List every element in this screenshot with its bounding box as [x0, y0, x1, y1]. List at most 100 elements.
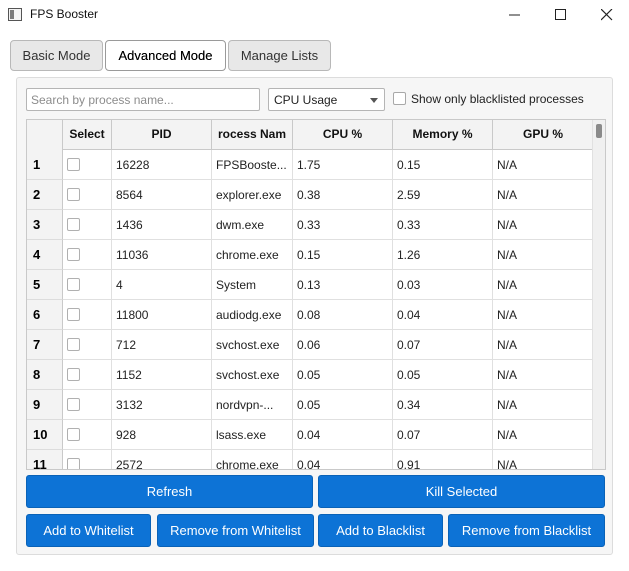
row-select-checkbox[interactable]: [67, 458, 80, 469]
table-row[interactable]: 7 712 svchost.exe 0.06 0.07 N/A: [27, 330, 605, 360]
column-header-gpu[interactable]: GPU %: [493, 120, 594, 150]
table-row[interactable]: 5 4 System 0.13 0.03 N/A: [27, 270, 605, 300]
add-to-blacklist-button[interactable]: Add to Blacklist: [318, 514, 443, 547]
pid-cell: 1152: [112, 360, 212, 390]
app-icon: [8, 8, 22, 21]
cpu-cell: 0.04: [293, 420, 393, 450]
process-table: Select PID rocess Nam CPU % Memory % GPU…: [26, 119, 606, 470]
process-name-cell: chrome.exe: [212, 240, 293, 270]
row-number: 2: [27, 180, 63, 210]
row-select-checkbox[interactable]: [67, 398, 80, 411]
close-button[interactable]: [584, 0, 629, 30]
process-name-cell: audiodg.exe: [212, 300, 293, 330]
remove-from-whitelist-button[interactable]: Remove from Whitelist: [157, 514, 314, 547]
memory-cell: 0.91: [393, 450, 493, 469]
table-row[interactable]: 1 16228 FPSBooste... 1.75 0.15 N/A: [27, 150, 605, 180]
column-header-process-name[interactable]: rocess Nam: [212, 120, 293, 150]
row-select-checkbox[interactable]: [67, 368, 80, 381]
add-to-whitelist-button[interactable]: Add to Whitelist: [26, 514, 151, 547]
row-number: 6: [27, 300, 63, 330]
cpu-cell: 0.05: [293, 390, 393, 420]
memory-cell: 0.04: [393, 300, 493, 330]
process-name-cell: System: [212, 270, 293, 300]
gpu-cell: N/A: [493, 390, 594, 420]
table-row[interactable]: 4 11036 chrome.exe 0.15 1.26 N/A: [27, 240, 605, 270]
tab-manage-lists[interactable]: Manage Lists: [228, 40, 331, 71]
pid-cell: 2572: [112, 450, 212, 469]
row-select-checkbox[interactable]: [67, 218, 80, 231]
column-header-memory[interactable]: Memory %: [393, 120, 493, 150]
pid-cell: 712: [112, 330, 212, 360]
pid-cell: 4: [112, 270, 212, 300]
tab-advanced-mode[interactable]: Advanced Mode: [105, 40, 226, 71]
cpu-cell: 0.33: [293, 210, 393, 240]
row-number: 5: [27, 270, 63, 300]
select-cell: [63, 390, 112, 420]
close-icon: [601, 9, 613, 21]
pid-cell: 11036: [112, 240, 212, 270]
table-row[interactable]: 11 2572 chrome.exe 0.04 0.91 N/A: [27, 450, 605, 469]
cpu-cell: 0.05: [293, 360, 393, 390]
cpu-cell: 0.08: [293, 300, 393, 330]
pid-cell: 16228: [112, 150, 212, 180]
gpu-cell: N/A: [493, 210, 594, 240]
row-number: 8: [27, 360, 63, 390]
table-row[interactable]: 2 8564 explorer.exe 0.38 2.59 N/A: [27, 180, 605, 210]
remove-from-blacklist-button[interactable]: Remove from Blacklist: [448, 514, 605, 547]
select-cell: [63, 360, 112, 390]
refresh-button[interactable]: Refresh: [26, 475, 313, 508]
process-name-cell: FPSBooste...: [212, 150, 293, 180]
select-cell: [63, 210, 112, 240]
row-select-checkbox[interactable]: [67, 248, 80, 261]
scrollbar-thumb[interactable]: [596, 124, 602, 138]
select-cell: [63, 300, 112, 330]
row-select-checkbox[interactable]: [67, 338, 80, 351]
memory-cell: 1.26: [393, 240, 493, 270]
minimize-icon: [509, 14, 520, 16]
gpu-cell: N/A: [493, 240, 594, 270]
column-header-pid[interactable]: PID: [112, 120, 212, 150]
gpu-cell: N/A: [493, 420, 594, 450]
sort-select-value: CPU Usage: [274, 93, 338, 107]
cpu-cell: 1.75: [293, 150, 393, 180]
tab-basic-mode[interactable]: Basic Mode: [10, 40, 103, 71]
window-title: FPS Booster: [30, 7, 99, 21]
row-select-checkbox[interactable]: [67, 278, 80, 291]
pid-cell: 3132: [112, 390, 212, 420]
table-scrollbar[interactable]: [592, 120, 605, 469]
table-row[interactable]: 9 3132 nordvpn-... 0.05 0.34 N/A: [27, 390, 605, 420]
table-row[interactable]: 10 928 lsass.exe 0.04 0.07 N/A: [27, 420, 605, 450]
sort-select[interactable]: CPU Usage: [268, 88, 385, 111]
column-header-select[interactable]: Select: [63, 120, 112, 150]
row-select-checkbox[interactable]: [67, 188, 80, 201]
minimize-button[interactable]: [492, 0, 538, 30]
kill-selected-button[interactable]: Kill Selected: [318, 475, 605, 508]
row-number: 11: [27, 450, 63, 469]
blacklist-only-checkbox[interactable]: [393, 92, 406, 105]
row-select-checkbox[interactable]: [67, 428, 80, 441]
row-select-checkbox[interactable]: [67, 308, 80, 321]
column-header-cpu[interactable]: CPU %: [293, 120, 393, 150]
maximize-button[interactable]: [538, 0, 584, 30]
process-name-cell: dwm.exe: [212, 210, 293, 240]
memory-cell: 0.33: [393, 210, 493, 240]
select-cell: [63, 330, 112, 360]
cpu-cell: 0.04: [293, 450, 393, 469]
memory-cell: 0.05: [393, 360, 493, 390]
table-row[interactable]: 3 1436 dwm.exe 0.33 0.33 N/A: [27, 210, 605, 240]
process-name-cell: chrome.exe: [212, 450, 293, 469]
row-number: 3: [27, 210, 63, 240]
select-cell: [63, 150, 112, 180]
maximize-icon: [555, 9, 566, 20]
table-row[interactable]: 8 1152 svchost.exe 0.05 0.05 N/A: [27, 360, 605, 390]
select-cell: [63, 420, 112, 450]
select-cell: [63, 270, 112, 300]
gpu-cell: N/A: [493, 330, 594, 360]
memory-cell: 2.59: [393, 180, 493, 210]
table-row[interactable]: 6 11800 audiodg.exe 0.08 0.04 N/A: [27, 300, 605, 330]
search-input[interactable]: [26, 88, 260, 111]
pid-cell: 11800: [112, 300, 212, 330]
gpu-cell: N/A: [493, 300, 594, 330]
row-select-checkbox[interactable]: [67, 158, 80, 171]
row-number: 10: [27, 420, 63, 450]
